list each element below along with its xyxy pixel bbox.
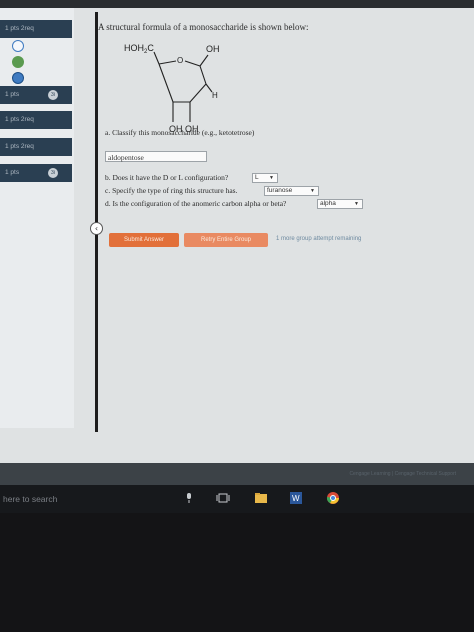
part-a-answer-field[interactable]: aldopentose [105, 151, 207, 162]
structure-label-h: H [212, 91, 218, 100]
sidebar-item-label: 1 pts 2req [5, 25, 34, 32]
chrome-icon[interactable] [326, 492, 340, 504]
ring-type-select[interactable]: furanose ▼ [264, 186, 319, 196]
sidebar-item-5[interactable]: 1 pts 3i [0, 164, 72, 182]
furanose-structure: HOH2C O OH H OH OH [124, 43, 220, 134]
configuration-select[interactable]: L ▼ [252, 173, 278, 183]
sidebar-item-3[interactable]: 1 pts 2req [0, 111, 72, 129]
structure-label-c: C [147, 43, 154, 53]
attempts-badge: 3i [48, 90, 58, 100]
check-circle-icon[interactable] [12, 40, 24, 52]
sidebar-item-4[interactable]: 1 pts 2req [0, 138, 72, 156]
sidebar-item-2[interactable]: 1 pts 3i [0, 86, 72, 104]
sidebar-item-label: 1 pts [5, 91, 20, 98]
anomeric-select[interactable]: alpha ▼ [317, 199, 363, 209]
sidebar-item-label: 1 pts 2req [5, 116, 34, 123]
part-b-label: b. Does it have the D or L configuration… [105, 173, 229, 182]
svg-text:HOH2C: HOH2C [124, 43, 154, 55]
part-c-label: c. Specify the type of ring this structu… [105, 186, 238, 195]
question-sidebar: 1 pts 2req 1 pts 3i 1 pts 2req 1 pts 2re… [0, 8, 74, 428]
part-d-label: d. Is the configuration of the anomeric … [105, 199, 287, 208]
structure-label-hoh: HOH [124, 43, 144, 53]
configuration-select-value: L [255, 174, 259, 181]
chevron-down-icon: ▼ [269, 175, 274, 181]
structure-label-oh: OH [206, 44, 220, 54]
taskbar-search-input[interactable]: here to search [3, 494, 57, 504]
word-icon[interactable]: W [289, 492, 303, 504]
structure-label-o: O [177, 56, 183, 65]
monitor-bezel [0, 0, 474, 8]
help-circle-icon[interactable] [12, 72, 24, 84]
anomeric-select-value: alpha [320, 200, 336, 207]
svg-text:W: W [292, 494, 300, 503]
question-title: A structural formula of a monosaccharide… [98, 22, 309, 32]
ring-type-select-value: furanose [267, 187, 293, 194]
sidebar-item-label: 1 pts [5, 169, 20, 176]
attempts-remaining-text: 1 more group attempt remaining [276, 236, 362, 242]
footer-copyright: Cengage Learning | Cengage Technical Sup… [349, 471, 456, 477]
chevron-down-icon: ▼ [354, 201, 359, 207]
question-panel: A structural formula of a monosaccharide… [98, 16, 474, 436]
check-circle-icon [12, 56, 24, 68]
file-explorer-icon[interactable] [254, 492, 268, 504]
chevron-down-icon: ▼ [310, 188, 315, 194]
part-a-label: a. Classify this monosaccharide (e.g., k… [105, 128, 255, 137]
task-view-icon[interactable] [216, 492, 230, 504]
page-footer: Cengage Learning | Cengage Technical Sup… [0, 463, 474, 485]
microphone-icon[interactable] [182, 492, 196, 504]
attempts-badge: 3i [48, 168, 58, 178]
sidebar-item-label: 1 pts 2req [5, 143, 34, 150]
submit-answer-button[interactable]: Submit Answer [109, 233, 179, 247]
retry-group-button[interactable]: Retry Entire Group [184, 233, 268, 247]
sidebar-item-1[interactable]: 1 pts 2req [0, 20, 72, 38]
windows-taskbar: here to search W [0, 485, 474, 513]
